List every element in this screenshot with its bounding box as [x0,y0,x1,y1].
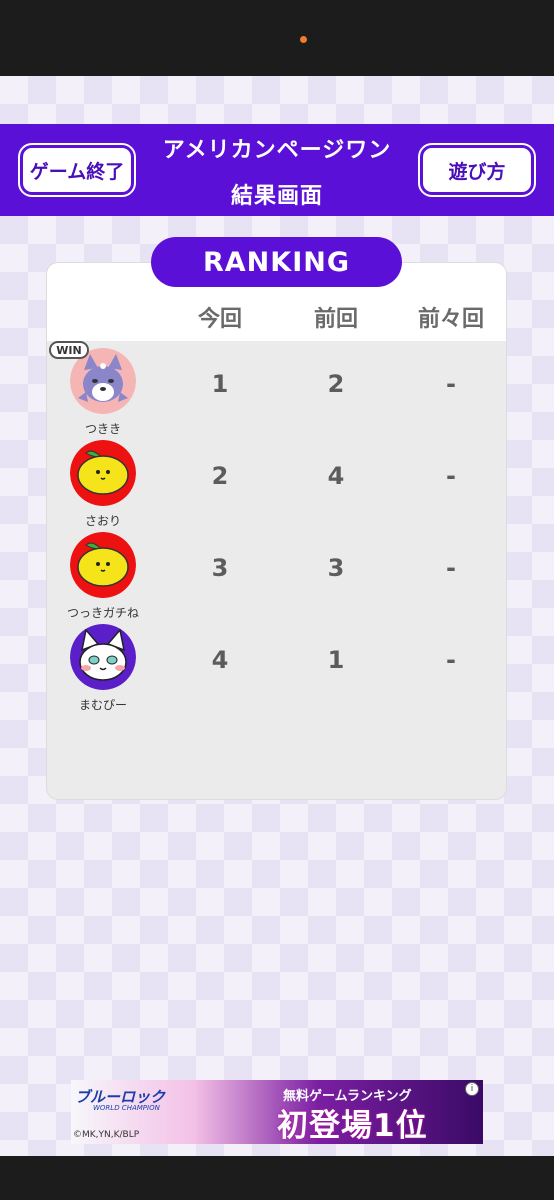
status-bar [0,0,554,76]
player-name: つっきガチね [66,606,139,620]
rank-before-previous: - [446,462,456,490]
navigation-bar [0,1156,554,1200]
rank-current: 2 [211,462,229,490]
rank-previous: 2 [327,370,345,398]
ranking-row: さおり 2 4 - [47,440,506,532]
player-name: まむぴー [78,698,127,712]
column-current: 今回 [197,307,242,332]
ad-headline: 初登場1位 [277,1108,428,1144]
cat-avatar-icon [70,624,136,690]
page-title: アメリカンページワン [162,138,392,163]
lemon-avatar-icon [70,440,136,506]
header-bar: ゲーム終了 アメリカンページワン 結果画面 遊び方 [0,124,554,216]
player-name: つきき [84,422,121,436]
page-subtitle: 結果画面 [230,184,323,209]
ranking-row: まむぴー 4 1 - [47,624,506,716]
column-before-previous: 前々回 [417,307,484,332]
lemon-avatar-icon [70,532,136,598]
win-badge: WIN [49,341,89,359]
ranking-row: つっきガチね 3 3 - [47,532,506,624]
column-previous: 前回 [313,307,358,332]
ranking-row: WIN つきき 1 2 - [47,341,506,440]
rank-previous: 1 [327,646,345,674]
rank-before-previous: - [446,554,456,582]
rank-current: 4 [211,646,229,674]
rank-current: 1 [211,370,229,398]
ad-copyright: ©MK,YN,K/BLP [73,1130,140,1140]
ranking-title: RANKING [151,237,402,287]
rank-previous: 4 [327,462,345,490]
rank-before-previous: - [446,370,456,398]
end-game-button[interactable]: ゲーム終了 [18,143,136,197]
ad-brand-sub: WORLD CHAMPION [93,1104,160,1112]
info-icon[interactable]: i [465,1082,479,1096]
how-to-play-button[interactable]: 遊び方 [418,143,536,197]
rank-before-previous: - [446,646,456,674]
rank-current: 3 [211,554,229,582]
ad-banner[interactable]: ブルーロック WORLD CHAMPION ©MK,YN,K/BLP 無料ゲーム… [71,1080,483,1144]
ranking-panel: 今回 前回 前々回 WIN つきき 1 2 - さおり 2 4 - つっきガチね… [46,262,507,800]
notification-dot-icon [300,36,307,43]
player-name: さおり [84,514,121,528]
rank-previous: 3 [327,554,345,582]
